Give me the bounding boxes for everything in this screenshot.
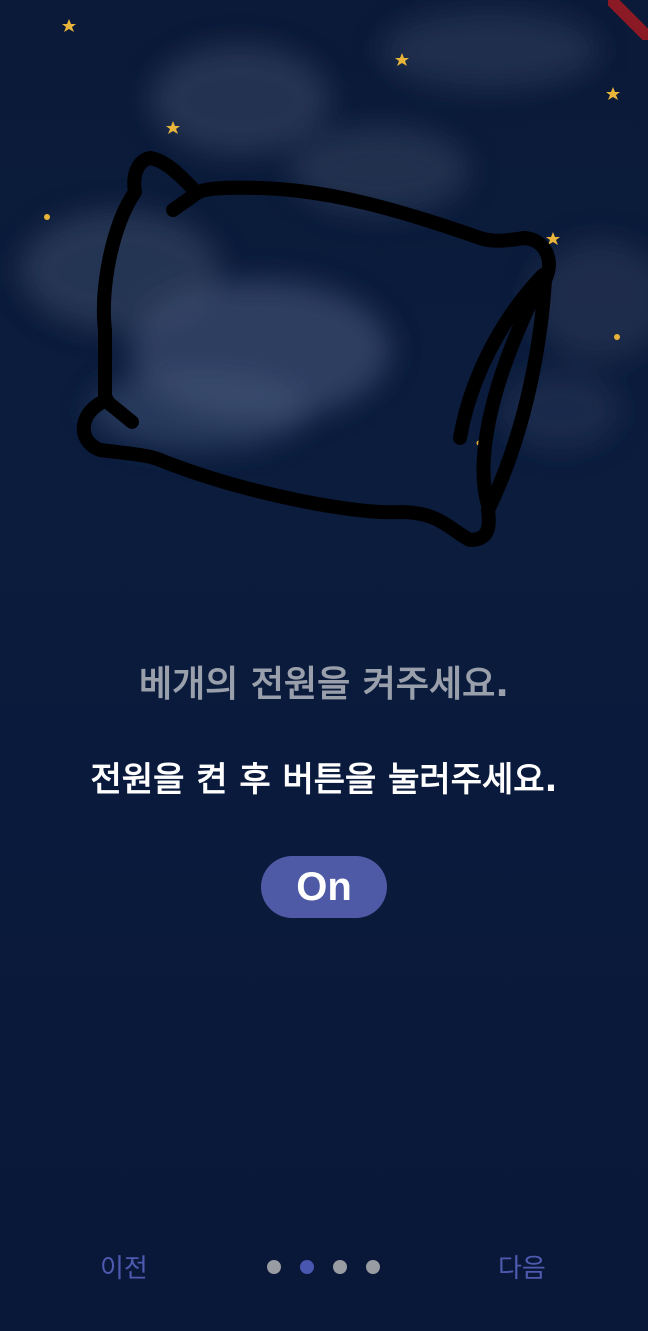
page-dot[interactable] (366, 1260, 380, 1274)
instruction-text: 전원을 켠 후 버튼을 눌러주세요. (90, 760, 558, 800)
star-icon (614, 334, 620, 340)
power-on-button[interactable]: On (261, 856, 387, 918)
page-dot[interactable] (333, 1260, 347, 1274)
page-title: 베개의 전원을 켜주세요. (139, 664, 509, 705)
star-icon (606, 87, 620, 100)
page-dot[interactable] (267, 1260, 281, 1274)
next-button[interactable]: 다음 (498, 1248, 546, 1285)
pillow-icon (76, 151, 556, 547)
star-icon (44, 214, 50, 220)
page-dot-active[interactable] (300, 1260, 314, 1274)
page-indicator (267, 1260, 380, 1274)
previous-button[interactable]: 이전 (100, 1248, 148, 1285)
star-icon (62, 19, 76, 32)
onboarding-screen: 베개의 전원을 켜주세요. 전원을 켠 후 버튼을 눌러주세요. On 이전 다… (0, 0, 648, 1331)
debug-banner (608, 0, 648, 40)
